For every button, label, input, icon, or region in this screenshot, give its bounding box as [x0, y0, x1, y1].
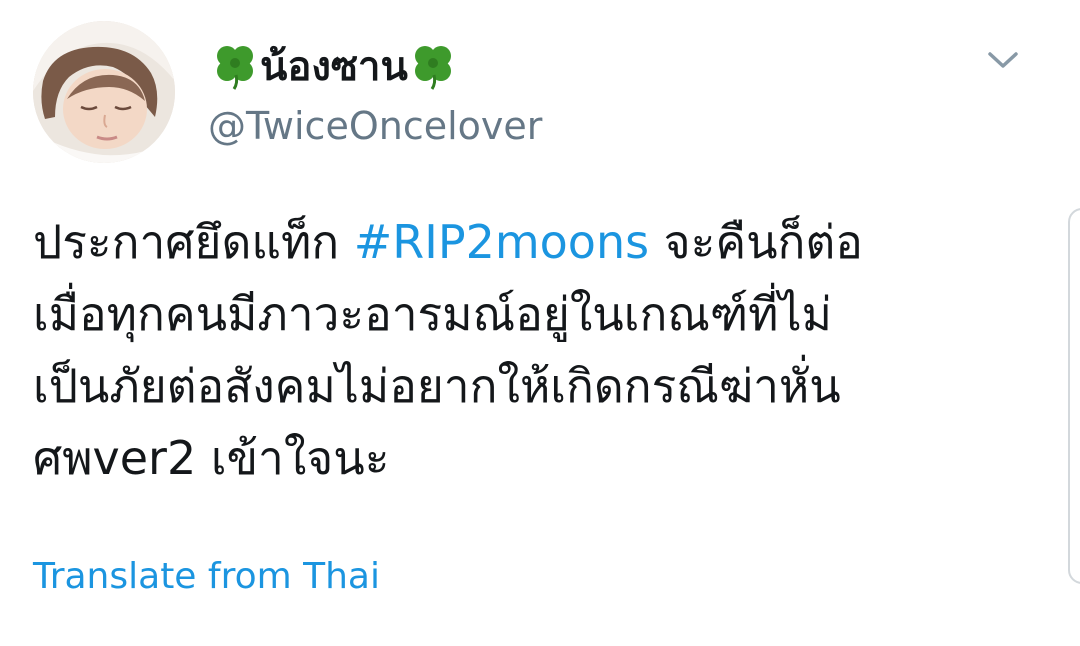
- tweet-card: น้องซาน @TwiceOncelover ประกาศยึดแท็ก #R…: [0, 0, 1080, 646]
- display-name-text: น้องซาน: [260, 44, 408, 90]
- tweet-text-line: ศพver2 เข้าใจนะ: [33, 431, 390, 485]
- avatar-image: [33, 21, 175, 163]
- tweet-text-line: ประกาศยึดแท็ก #RIP2moons จะคืนก็ต่อ: [33, 206, 1023, 278]
- hashtag-link[interactable]: #RIP2moons: [354, 215, 649, 269]
- user-handle[interactable]: @TwiceOncelover: [208, 104, 542, 148]
- scrollbar[interactable]: [1068, 208, 1080, 584]
- tweet-text: ประกาศยึดแท็ก #RIP2moons จะคืนก็ต่อ เมื่…: [33, 206, 1023, 494]
- tweet-text-line: เมื่อทุกคนมีภาวะอารมณ์อยู่ในเกณฑ์ที่ไม่: [33, 287, 832, 341]
- tweet-text-line: เป็นภัยต่อสังคมไม่อยากให้เกิดกรณีฆ่าหั่น: [33, 359, 841, 413]
- tweet-text-segment: ประกาศยึดแท็ก: [33, 215, 354, 269]
- avatar[interactable]: [33, 21, 175, 163]
- clover-icon: [210, 41, 260, 91]
- display-name[interactable]: น้องซาน: [210, 38, 458, 94]
- clover-icon: [408, 41, 458, 91]
- chevron-down-icon[interactable]: [986, 46, 1020, 74]
- tweet-text-segment: จะคืนก็ต่อ: [649, 215, 863, 269]
- translate-link[interactable]: Translate from Thai: [33, 556, 380, 597]
